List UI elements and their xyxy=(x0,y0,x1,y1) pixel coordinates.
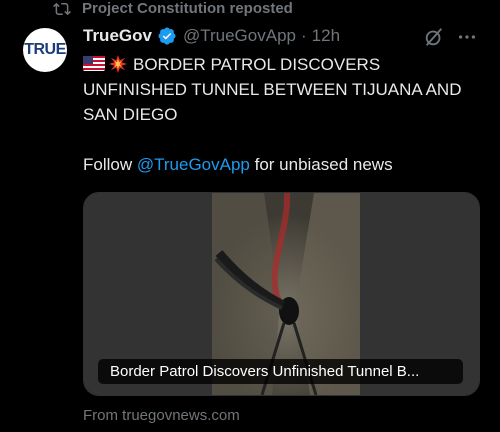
author-name[interactable]: TrueGov xyxy=(83,26,152,46)
post-header: TrueGov @TrueGovApp · 12h xyxy=(83,24,340,48)
grok-icon[interactable] xyxy=(423,26,445,48)
avatar-text: TRUE xyxy=(24,41,66,58)
repost-indicator: Project Constitution reposted xyxy=(0,0,500,22)
verified-badge-icon xyxy=(158,27,176,45)
card-title: Border Patrol Discovers Unfinished Tunne… xyxy=(98,359,463,384)
follow-line: Follow @TrueGovApp for unbiased news xyxy=(83,152,393,177)
follow-suffix: for unbiased news xyxy=(249,155,393,174)
post-time[interactable]: 12h xyxy=(312,26,340,46)
post-text: BORDER PATROL DISCOVERS UNFINISHED TUNNE… xyxy=(83,52,483,127)
post-headline: BORDER PATROL DISCOVERS UNFINISHED TUNNE… xyxy=(83,55,462,124)
us-flag-icon xyxy=(83,56,105,71)
more-options-icon[interactable] xyxy=(456,26,478,48)
link-card[interactable]: Border Patrol Discovers Unfinished Tunne… xyxy=(83,192,480,396)
repost-icon xyxy=(53,2,71,16)
separator-dot: · xyxy=(300,26,307,45)
author-handle[interactable]: @TrueGovApp xyxy=(183,26,296,46)
follow-prefix: Follow xyxy=(83,155,137,174)
collision-icon xyxy=(109,55,127,73)
repost-text[interactable]: Project Constitution reposted xyxy=(82,0,293,18)
card-source[interactable]: From truegovnews.com xyxy=(83,407,240,424)
avatar[interactable]: TRUE xyxy=(23,28,67,72)
mention-link[interactable]: @TrueGovApp xyxy=(137,155,250,174)
